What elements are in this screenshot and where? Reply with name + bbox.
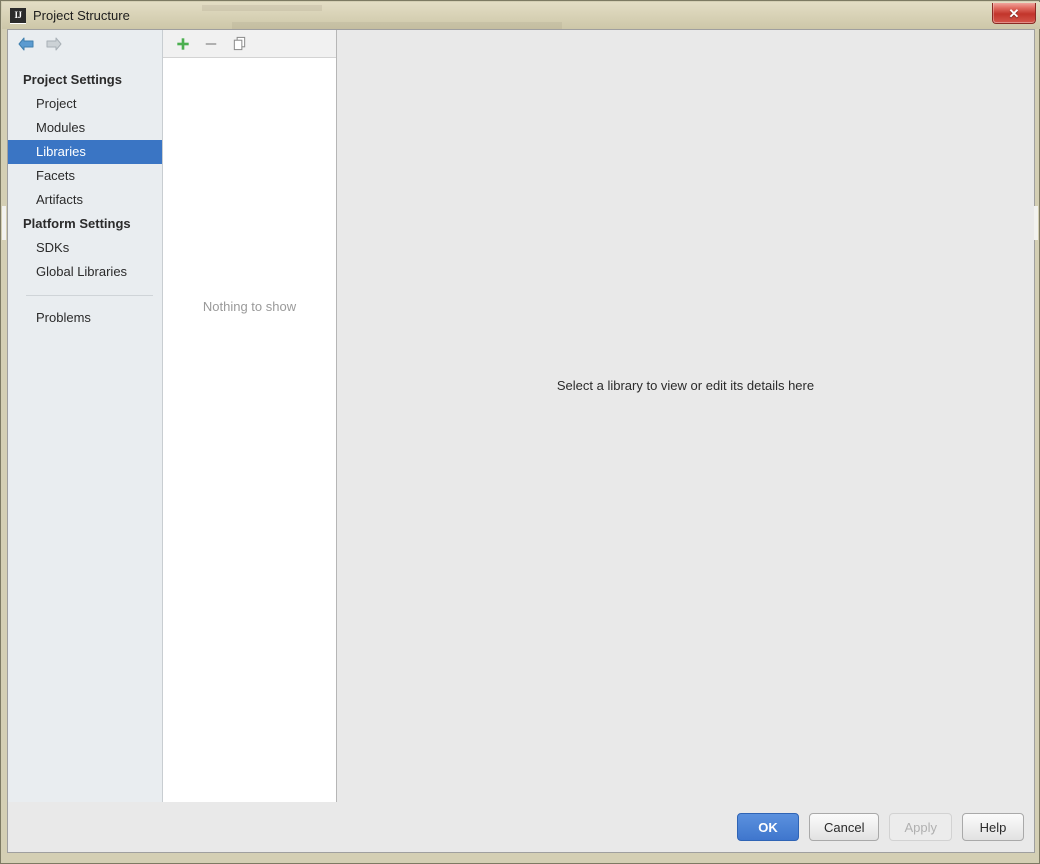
title-bar[interactable]: IJ Project Structure ✕ xyxy=(2,2,1040,29)
sidebar-item-sdks[interactable]: SDKs xyxy=(8,236,163,260)
sidebar-group-platform-settings: Platform Settings xyxy=(23,216,131,231)
copy-library-button[interactable] xyxy=(231,36,247,52)
library-detail-panel: Select a library to view or edit its det… xyxy=(337,30,1034,802)
window-title: Project Structure xyxy=(33,8,130,23)
window-frame-right-mark xyxy=(1034,206,1038,240)
navigation-arrows xyxy=(8,30,163,58)
libraries-list-area[interactable]: Nothing to show xyxy=(163,59,336,802)
plus-icon xyxy=(177,37,189,50)
libraries-toolbar xyxy=(163,30,336,58)
dialog-button-bar: OK Cancel Apply Help xyxy=(8,802,1034,852)
panes-container: Project Settings Project Modules Librari… xyxy=(8,30,1034,802)
add-library-button[interactable] xyxy=(175,36,191,52)
settings-tree: Project Settings Project Modules Librari… xyxy=(8,58,163,330)
sidebar-item-facets[interactable]: Facets xyxy=(8,164,163,188)
intellij-app-icon: IJ xyxy=(10,7,26,24)
minus-icon xyxy=(205,42,217,45)
close-icon: ✕ xyxy=(1008,5,1020,21)
forward-arrow-icon[interactable] xyxy=(46,37,62,51)
ok-button[interactable]: OK xyxy=(737,813,799,841)
sidebar-separator xyxy=(26,295,153,296)
sidebar-group-project-settings: Project Settings xyxy=(23,72,122,87)
background-bleed-artifact-top xyxy=(202,5,322,11)
cancel-button[interactable]: Cancel xyxy=(809,813,880,841)
libraries-list-panel: Nothing to show xyxy=(163,30,337,802)
apply-button: Apply xyxy=(889,813,952,841)
back-arrow-icon[interactable] xyxy=(18,37,34,51)
title-bar-left-group: IJ Project Structure xyxy=(10,2,130,29)
sidebar-item-problems[interactable]: Problems xyxy=(8,306,163,330)
settings-sidebar: Project Settings Project Modules Librari… xyxy=(8,30,163,802)
project-structure-window: IJ Project Structure ✕ Project Settings … xyxy=(0,0,1040,864)
background-bleed-artifact-bottom xyxy=(232,22,562,29)
dialog-body: Project Settings Project Modules Librari… xyxy=(7,29,1035,853)
sidebar-item-artifacts[interactable]: Artifacts xyxy=(8,188,163,212)
remove-library-button[interactable] xyxy=(203,36,219,52)
copy-icon xyxy=(233,36,245,51)
window-frame-left-mark xyxy=(2,206,6,240)
help-button[interactable]: Help xyxy=(962,813,1024,841)
detail-placeholder-message: Select a library to view or edit its det… xyxy=(556,378,815,393)
close-button[interactable]: ✕ xyxy=(992,3,1036,24)
empty-list-message: Nothing to show xyxy=(202,299,297,314)
sidebar-item-project[interactable]: Project xyxy=(8,92,163,116)
sidebar-item-global-libraries[interactable]: Global Libraries xyxy=(8,260,163,284)
sidebar-item-libraries[interactable]: Libraries xyxy=(8,140,163,164)
sidebar-item-modules[interactable]: Modules xyxy=(8,116,163,140)
